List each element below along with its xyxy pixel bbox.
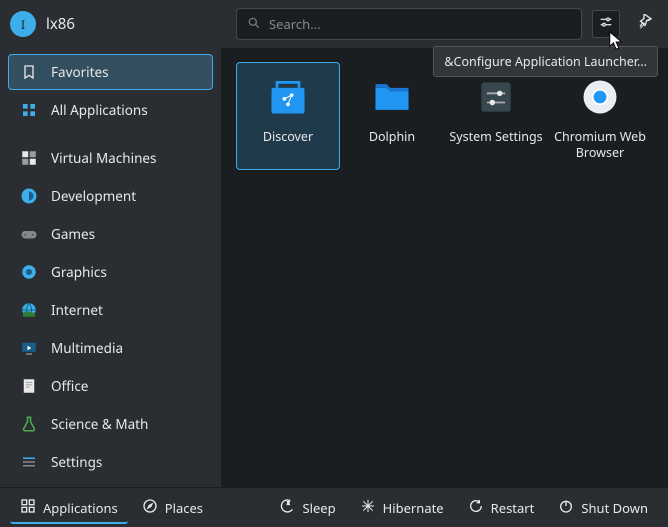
content-grid: Discover Dolphin System Settings Chromiu…	[222, 48, 668, 487]
sidebar-item-label: Office	[51, 377, 88, 395]
footer-hibernate[interactable]: Hibernate	[350, 492, 454, 524]
app-tile-dolphin[interactable]: Dolphin	[340, 62, 444, 170]
pin-icon	[636, 13, 652, 35]
folder-icon	[368, 73, 416, 121]
apps-grid-icon	[20, 498, 36, 518]
app-label: Chromium Web Browser	[549, 129, 651, 160]
sidebar-item-label: Settings	[51, 453, 102, 471]
sidebar-item-label: All Applications	[51, 101, 148, 119]
app-label: System Settings	[445, 129, 546, 145]
sidebar: Favorites All Applications Virtual Machi…	[0, 48, 222, 487]
search-input[interactable]	[269, 15, 571, 33]
sliders-icon	[598, 13, 614, 35]
sidebar-item-label: Development	[51, 187, 136, 205]
science-icon	[19, 414, 39, 434]
footer-label: Restart	[491, 499, 535, 517]
footer-restart[interactable]: Restart	[458, 492, 545, 524]
sidebar-item-label: Virtual Machines	[51, 149, 157, 167]
system-settings-icon	[472, 73, 520, 121]
footer: Applications Places z Sleep Hibernate Re…	[0, 487, 668, 527]
search-icon	[247, 13, 261, 35]
compass-icon	[142, 498, 158, 518]
footer-shutdown[interactable]: Shut Down	[548, 492, 658, 524]
configure-button[interactable]	[592, 10, 620, 38]
sleep-icon: z	[279, 498, 295, 518]
sidebar-item-label: Games	[51, 225, 95, 243]
sidebar-item-multimedia[interactable]: Multimedia	[8, 330, 213, 366]
footer-label: Places	[165, 499, 203, 517]
app-tile-chromium[interactable]: Chromium Web Browser	[548, 62, 652, 170]
footer-label: Applications	[43, 499, 118, 517]
bookmark-icon	[19, 62, 39, 82]
hibernate-icon	[360, 498, 376, 518]
discover-icon	[264, 73, 312, 121]
games-icon	[19, 224, 39, 244]
sidebar-item-virtual-machines[interactable]: Virtual Machines	[8, 140, 213, 176]
sidebar-item-games[interactable]: Games	[8, 216, 213, 252]
vm-icon	[19, 148, 39, 168]
sidebar-item-settings[interactable]: Settings	[8, 444, 213, 480]
sidebar-item-graphics[interactable]: Graphics	[8, 254, 213, 290]
restart-icon	[468, 498, 484, 518]
footer-tab-applications[interactable]: Applications	[10, 492, 128, 524]
sidebar-item-science[interactable]: Science & Math	[8, 406, 213, 442]
footer-sleep[interactable]: z Sleep	[269, 492, 345, 524]
sidebar-item-favorites[interactable]: Favorites	[8, 54, 213, 90]
sidebar-item-label: Favorites	[51, 63, 109, 81]
avatar[interactable]: I	[10, 11, 36, 37]
chromium-icon	[576, 73, 624, 121]
app-label: Discover	[259, 129, 317, 145]
sidebar-item-label: Science & Math	[51, 415, 148, 433]
main: Favorites All Applications Virtual Machi…	[0, 48, 668, 487]
office-icon	[19, 376, 39, 396]
multimedia-icon	[19, 338, 39, 358]
tooltip: &Configure Application Launcher...	[433, 46, 658, 77]
grid-icon	[19, 100, 39, 120]
app-tile-discover[interactable]: Discover	[236, 62, 340, 170]
footer-label: Sleep	[302, 499, 335, 517]
sidebar-item-all-apps[interactable]: All Applications	[8, 92, 213, 128]
graphics-icon	[19, 262, 39, 282]
power-icon	[558, 498, 574, 518]
sidebar-item-label: Graphics	[51, 263, 107, 281]
footer-label: Hibernate	[383, 499, 444, 517]
dev-icon	[19, 186, 39, 206]
app-tile-system-settings[interactable]: System Settings	[444, 62, 548, 170]
internet-icon	[19, 300, 39, 320]
search-field[interactable]	[236, 8, 582, 40]
footer-label: Shut Down	[581, 499, 648, 517]
sidebar-item-label: Internet	[51, 301, 103, 319]
sidebar-item-label: Multimedia	[51, 339, 123, 357]
app-label: Dolphin	[365, 129, 419, 145]
footer-tab-places[interactable]: Places	[132, 492, 213, 524]
header: I lx86 &Configure Application Launcher..…	[0, 0, 668, 48]
username: lx86	[46, 14, 75, 34]
sidebar-item-development[interactable]: Development	[8, 178, 213, 214]
sidebar-item-internet[interactable]: Internet	[8, 292, 213, 328]
settings-icon	[19, 452, 39, 472]
pin-button[interactable]	[630, 10, 658, 38]
sidebar-item-office[interactable]: Office	[8, 368, 213, 404]
